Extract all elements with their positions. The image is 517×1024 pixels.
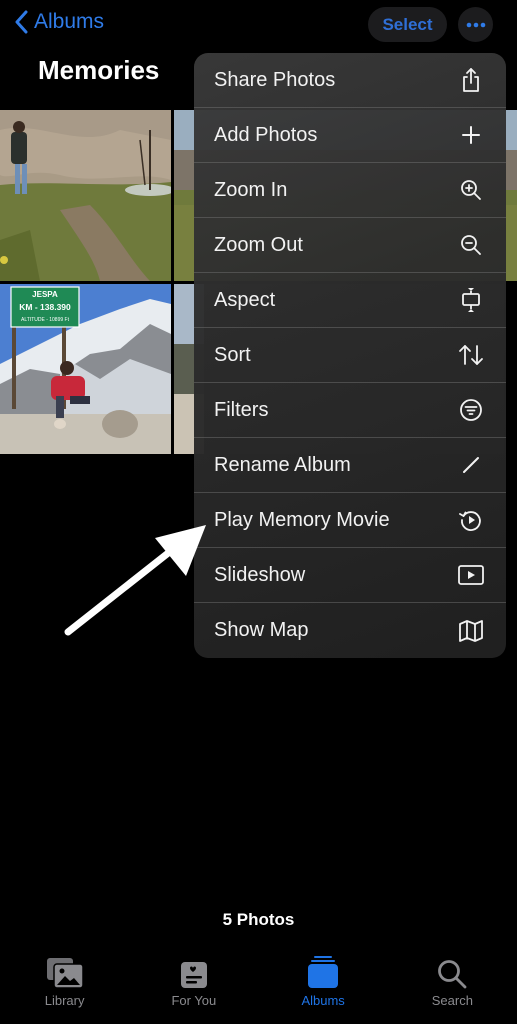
menu-item-label: Zoom Out (214, 233, 303, 256)
tab-albums[interactable]: Albums (259, 955, 388, 1015)
annotation-arrow (64, 525, 206, 636)
sign-line3: ALTITUDE - 10899 Ft (21, 317, 70, 323)
photo-tile[interactable] (0, 110, 171, 281)
photo-thumbnail: JESPA KM - 138.390 ALTITUDE - 10899 Ft (0, 284, 171, 454)
plus-icon (458, 122, 484, 148)
menu-item-show-map[interactable]: Show Map (194, 603, 506, 658)
tab-label: Albums (301, 993, 345, 1008)
menu-item-label: Zoom In (214, 178, 288, 201)
library-icon (46, 955, 84, 989)
menu-item-label: Rename Album (214, 453, 351, 476)
menu-item-zoom-in[interactable]: Zoom In (194, 163, 506, 218)
sort-icon (458, 342, 484, 368)
menu-item-slideshow[interactable]: Slideshow (194, 548, 506, 603)
tab-label: Search (431, 993, 473, 1008)
map-icon (458, 618, 484, 644)
menu-item-label: Slideshow (214, 563, 306, 586)
tab-label: For You (171, 993, 217, 1008)
menu-item-filters[interactable]: Filters (194, 383, 506, 438)
menu-item-label: Play Memory Movie (214, 508, 390, 531)
search-icon (437, 955, 467, 989)
menu-item-zoom-out[interactable]: Zoom Out (194, 218, 506, 273)
photo-thumbnail (0, 110, 171, 281)
pencil-icon (458, 452, 484, 478)
menu-item-share-photos[interactable]: Share Photos (194, 53, 506, 108)
back-label: Albums (34, 10, 105, 33)
share-icon (458, 67, 484, 93)
menu-item-label: Filters (214, 398, 269, 421)
sign-line2: KM - 138.390 (19, 302, 71, 312)
photo-tile[interactable]: JESPA KM - 138.390 ALTITUDE - 10899 Ft (0, 284, 171, 454)
tab-library[interactable]: Library (0, 955, 129, 1015)
zoom-in-icon (458, 177, 484, 203)
back-button[interactable]: Albums (14, 10, 104, 34)
ellipsis-icon (466, 22, 485, 27)
chevron-left-icon (15, 10, 28, 34)
menu-item-label: Add Photos (214, 123, 318, 146)
albums-icon (307, 955, 339, 989)
sign-line1: JESPA (32, 290, 58, 299)
select-button[interactable]: Select (368, 7, 447, 42)
more-button[interactable] (458, 7, 493, 42)
menu-item-label: Sort (214, 343, 251, 366)
tab-label: Library (44, 993, 85, 1008)
menu-item-add-photos[interactable]: Add Photos (194, 108, 506, 163)
menu-item-sort[interactable]: Sort (194, 328, 506, 383)
aspect-icon (458, 287, 484, 313)
tab-bar: Library For You Albums Search (0, 955, 517, 1015)
menu-item-label: Share Photos (214, 68, 336, 91)
zoom-out-icon (458, 232, 484, 258)
menu-item-label: Show Map (214, 619, 309, 641)
memory-movie-icon (458, 507, 484, 533)
slideshow-icon (458, 562, 484, 588)
menu-item-label: Aspect (214, 288, 276, 311)
for-you-icon (180, 955, 208, 989)
menu-item-aspect[interactable]: Aspect (194, 273, 506, 328)
album-options-menu: Share Photos Add Photos Zoom In Zoom Out (194, 53, 506, 658)
filter-icon (458, 397, 484, 423)
photo-count: 5 Photos (222, 910, 295, 929)
page-title: Memories (38, 55, 160, 85)
menu-item-play-memory-movie[interactable]: Play Memory Movie (194, 493, 506, 548)
tab-for-you[interactable]: For You (129, 955, 258, 1015)
menu-item-rename-album[interactable]: Rename Album (194, 438, 506, 493)
tab-search[interactable]: Search (388, 955, 517, 1015)
